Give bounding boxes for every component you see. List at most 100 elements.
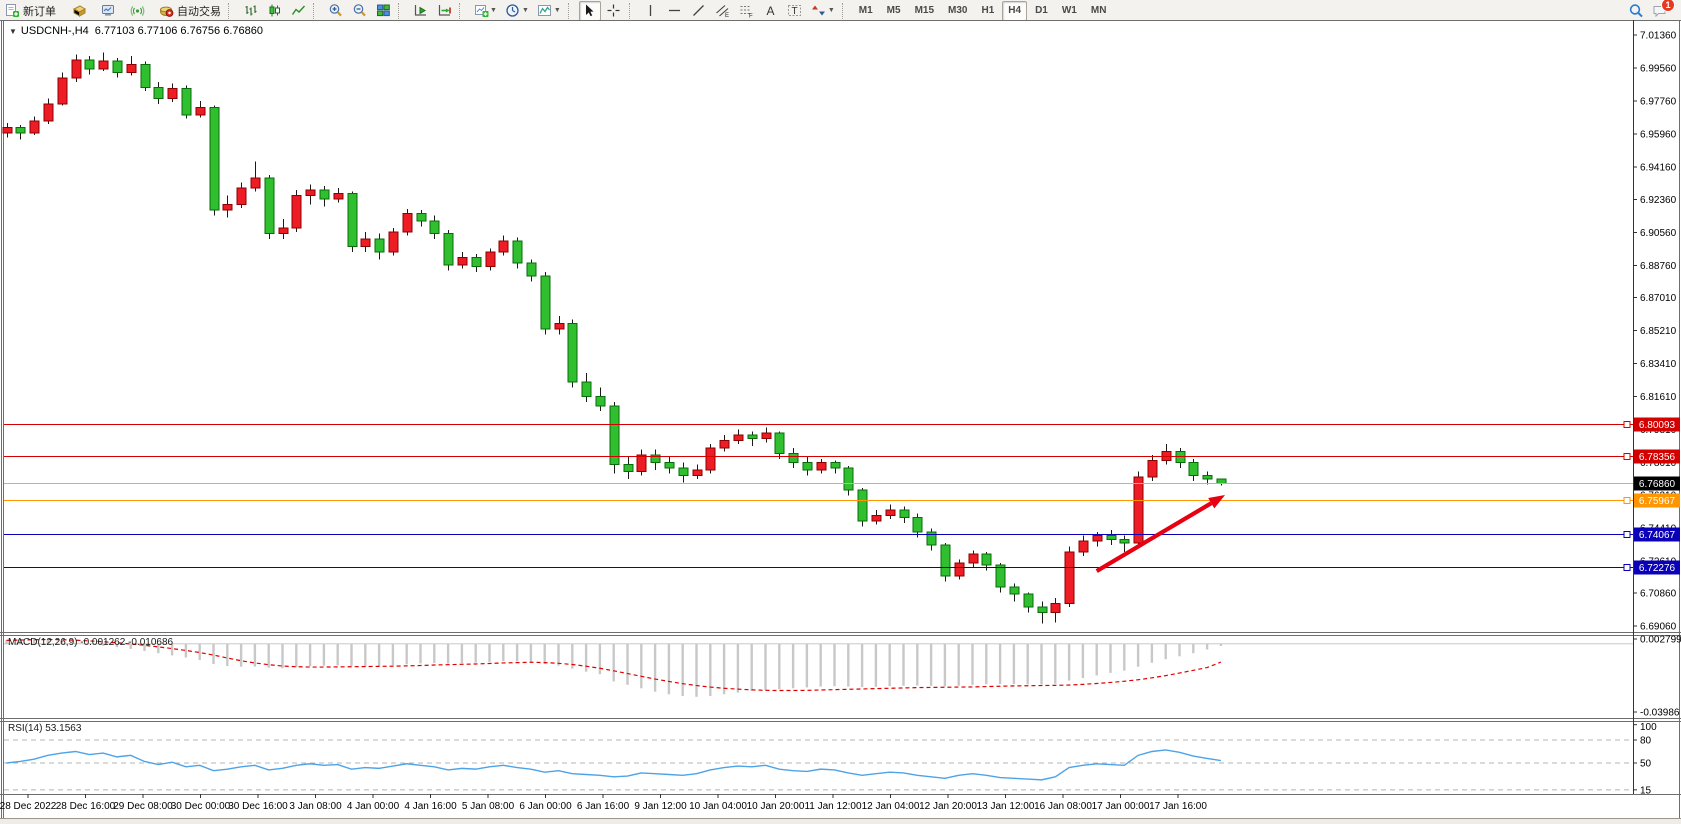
indicators-button[interactable]: ▼ bbox=[534, 1, 564, 21]
fibonacci-button[interactable]: F bbox=[736, 1, 758, 21]
price-line-anchor[interactable] bbox=[1624, 565, 1630, 571]
price-axis-label: 6.81610 bbox=[1640, 392, 1677, 403]
candle-bullish bbox=[44, 104, 53, 121]
price-line-anchor[interactable] bbox=[1624, 532, 1630, 538]
price-axis-label: 6.83410 bbox=[1640, 359, 1677, 370]
candle-bearish bbox=[982, 554, 991, 565]
trendline-icon bbox=[691, 3, 707, 19]
signals-button[interactable] bbox=[126, 1, 148, 21]
candle-bullish bbox=[458, 258, 467, 265]
timeframe-button-m1[interactable]: M1 bbox=[853, 1, 879, 21]
trendline-button[interactable] bbox=[688, 1, 710, 21]
price-axis-label: 6.99560 bbox=[1640, 63, 1677, 74]
time-axis-label: 4 Jan 16:00 bbox=[404, 801, 457, 812]
timeframe-button-h4[interactable]: H4 bbox=[1002, 1, 1027, 21]
svg-text:A: A bbox=[767, 4, 775, 18]
candle-bullish bbox=[1051, 603, 1060, 612]
arrows-button[interactable]: ▼ bbox=[808, 1, 838, 21]
new-order-button[interactable]: 新订单 bbox=[1, 1, 59, 21]
candle-bullish bbox=[3, 128, 12, 133]
chart-background bbox=[0, 20, 1681, 824]
price-axis-label: 6.69060 bbox=[1640, 622, 1677, 633]
candle-bullish bbox=[817, 462, 826, 469]
candle-bullish bbox=[969, 554, 978, 563]
time-axis-label: 6 Jan 16:00 bbox=[577, 801, 630, 812]
candle-bullish bbox=[403, 214, 412, 232]
vertical-line-icon bbox=[643, 3, 659, 19]
timeframe-group: M1M5M15M30H1H4D1W1MN bbox=[852, 1, 1114, 21]
symbol-dropdown-icon[interactable]: ▼ bbox=[9, 27, 17, 36]
new-chart-icon bbox=[473, 3, 489, 19]
candle-bearish bbox=[748, 435, 757, 439]
vertical-line-button[interactable] bbox=[640, 1, 662, 21]
toolbar-separator bbox=[313, 3, 320, 19]
new-chart-button[interactable]: ▼ bbox=[470, 1, 500, 21]
terminal-icon bbox=[100, 3, 116, 19]
auto-trading-button[interactable]: 自动交易 bbox=[155, 1, 224, 21]
auto-scroll-button[interactable] bbox=[409, 1, 431, 21]
candle-bearish bbox=[513, 241, 522, 263]
candle-bullish bbox=[720, 441, 729, 448]
time-axis-label: 28 Dec 2022 bbox=[0, 801, 57, 812]
trading-platform-window: 新订单 自动交易 bbox=[0, 0, 1681, 824]
toolbar-separator bbox=[842, 3, 849, 19]
candle-bullish bbox=[58, 78, 67, 104]
symbol-timeframe-label: USDCNH-,H4 bbox=[21, 25, 89, 37]
zoom-in-button[interactable] bbox=[324, 1, 346, 21]
candle-bearish bbox=[141, 64, 150, 87]
new-order-label: 新订单 bbox=[23, 3, 56, 19]
candle-bearish bbox=[1217, 479, 1226, 483]
timeframe-button-m15[interactable]: M15 bbox=[909, 1, 940, 21]
chart-title: ▼USDCNH-,H46.77103 6.77106 6.76756 6.768… bbox=[9, 25, 263, 37]
candle-bearish bbox=[417, 214, 426, 221]
crosshair-button[interactable] bbox=[603, 1, 625, 21]
terminal-button[interactable] bbox=[97, 1, 119, 21]
cursor-button[interactable] bbox=[579, 1, 601, 21]
text-button[interactable]: A bbox=[760, 1, 782, 21]
horizontal-line-button[interactable] bbox=[664, 1, 686, 21]
price-chart[interactable]: 7.013606.995606.977606.959606.941606.923… bbox=[0, 20, 1681, 824]
channel-button[interactable]: E bbox=[712, 1, 734, 21]
tile-windows-button[interactable] bbox=[372, 1, 394, 21]
toolbar-separator bbox=[459, 3, 466, 19]
signals-icon bbox=[129, 3, 145, 19]
data-folder-button[interactable] bbox=[68, 1, 90, 21]
price-line-anchor[interactable] bbox=[1624, 454, 1630, 460]
candle-bullish bbox=[389, 232, 398, 252]
bar-chart-button[interactable] bbox=[239, 1, 261, 21]
notifications-button[interactable]: 1 bbox=[1649, 1, 1671, 21]
candle-bearish bbox=[113, 61, 122, 73]
chart-shift-button[interactable] bbox=[433, 1, 455, 21]
timeframe-button-mn[interactable]: MN bbox=[1085, 1, 1113, 21]
timeframe-button-h1[interactable]: H1 bbox=[975, 1, 1000, 21]
price-line-anchor[interactable] bbox=[1624, 498, 1630, 504]
toolbar-separator bbox=[228, 3, 235, 19]
candle-bullish bbox=[499, 241, 508, 252]
candle-bearish bbox=[1024, 594, 1033, 607]
candle-bullish bbox=[555, 323, 564, 328]
price-axis-label: 6.70860 bbox=[1640, 589, 1677, 600]
candle-bearish bbox=[624, 464, 633, 471]
timeframe-button-d1[interactable]: D1 bbox=[1029, 1, 1054, 21]
candle-bearish bbox=[527, 263, 536, 276]
timeframe-button-m30[interactable]: M30 bbox=[942, 1, 973, 21]
periods-button[interactable]: ▼ bbox=[502, 1, 532, 21]
search-button[interactable] bbox=[1625, 1, 1647, 21]
candle-bearish bbox=[472, 258, 481, 267]
fibonacci-icon: F bbox=[739, 3, 755, 19]
label-icon: T bbox=[787, 3, 803, 19]
candle-bearish bbox=[1038, 607, 1047, 612]
candle-bearish bbox=[775, 433, 784, 453]
candle-bullish bbox=[196, 107, 205, 114]
candlestick-chart-button[interactable] bbox=[263, 1, 285, 21]
text-label-button[interactable]: T bbox=[784, 1, 806, 21]
candle-bearish bbox=[348, 193, 357, 246]
timeframe-button-m5[interactable]: M5 bbox=[881, 1, 907, 21]
line-chart-button[interactable] bbox=[287, 1, 309, 21]
zoom-out-button[interactable] bbox=[348, 1, 370, 21]
price-line-anchor[interactable] bbox=[1624, 422, 1630, 428]
candle-bullish bbox=[223, 204, 232, 209]
text-icon: A bbox=[763, 3, 779, 19]
timeframe-button-w1[interactable]: W1 bbox=[1056, 1, 1083, 21]
time-axis-label: 17 Jan 00:00 bbox=[1092, 801, 1150, 812]
